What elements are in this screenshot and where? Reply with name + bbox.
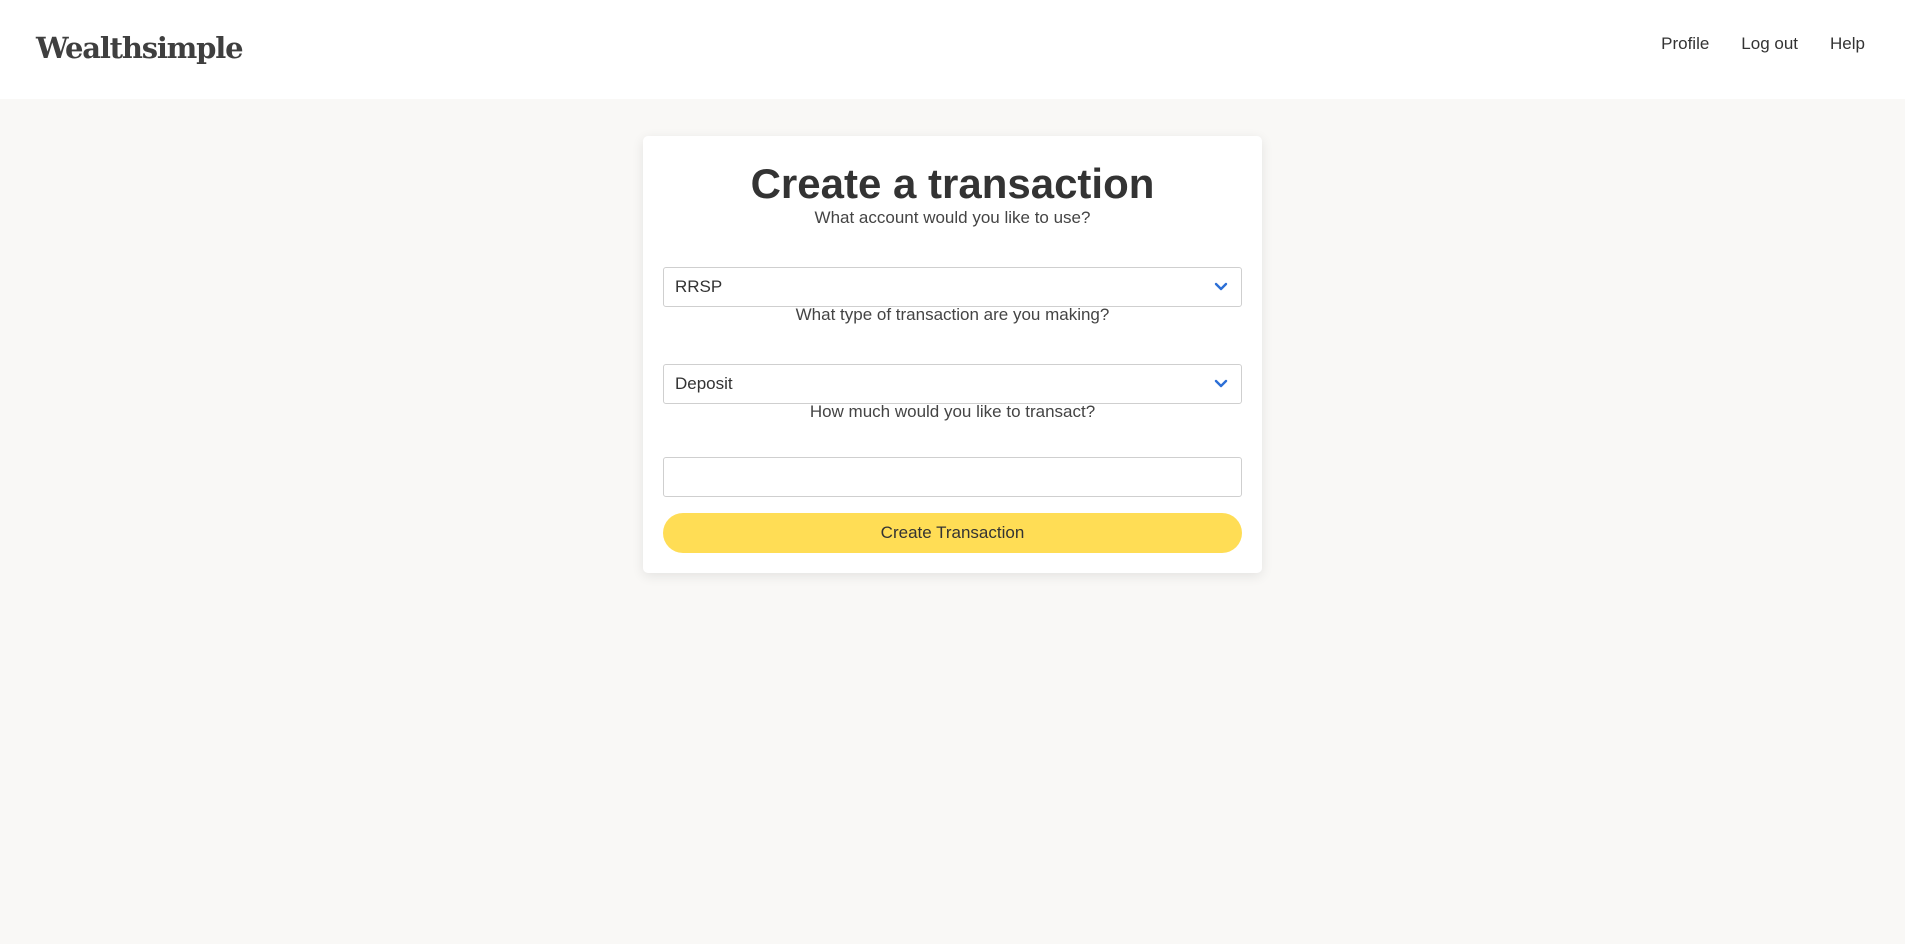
top-bar: Wealthsimple Profile Log out Help <box>0 0 1905 99</box>
transaction-type-select[interactable]: Deposit <box>663 364 1242 404</box>
amount-input[interactable] <box>663 457 1242 497</box>
account-question-label: What account would you like to use? <box>814 208 1091 227</box>
help-link[interactable]: Help <box>1830 32 1865 56</box>
account-select[interactable]: RRSP <box>663 267 1242 307</box>
transaction-type-select-value: Deposit <box>675 374 733 393</box>
chevron-down-icon <box>1214 282 1228 291</box>
transaction-type-question-label: What type of transaction are you making? <box>795 305 1110 324</box>
wealthsimple-logo[interactable]: Wealthsimple <box>36 28 244 68</box>
amount-question-label: How much would you like to transact? <box>809 402 1096 421</box>
log-out-link[interactable]: Log out <box>1741 32 1798 56</box>
create-transaction-button[interactable]: Create Transaction <box>663 513 1242 553</box>
chevron-down-icon <box>1214 379 1228 388</box>
account-select-value: RRSP <box>675 277 723 296</box>
profile-link[interactable]: Profile <box>1661 32 1709 56</box>
top-nav: Profile Log out Help <box>1661 32 1865 56</box>
page-title: Create a transaction <box>750 160 1155 207</box>
transaction-form-card: Create a transaction What account would … <box>643 136 1262 573</box>
